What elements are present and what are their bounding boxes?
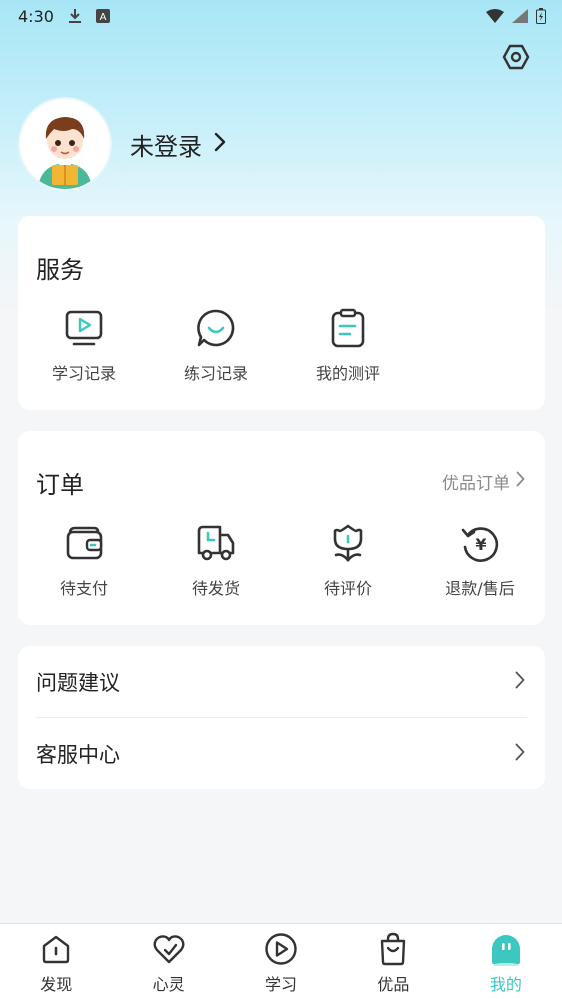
study-record-button[interactable]: 学习记录 <box>18 308 150 384</box>
chevron-right-icon <box>515 671 525 693</box>
avatar[interactable] <box>18 97 112 191</box>
pending-payment-label: 待支付 <box>59 579 108 598</box>
keyboard-a-icon: A <box>95 9 110 23</box>
nav-soul[interactable]: 心灵 <box>112 924 224 999</box>
services-card: 服务 学习记录 练习记录 我的测评 <box>18 216 545 410</box>
settings-button[interactable] <box>500 43 532 75</box>
study-record-label: 学习记录 <box>51 364 116 383</box>
pending-payment-button[interactable]: 待支付 <box>18 523 150 599</box>
tulip-icon <box>328 523 368 563</box>
feedback-label: 问题建议 <box>36 671 120 695</box>
nav-premium[interactable]: 优品 <box>337 924 449 999</box>
home-icon <box>39 932 73 966</box>
practice-record-label: 练习记录 <box>183 364 248 383</box>
chat-smile-icon <box>196 308 236 348</box>
pending-shipment-button[interactable]: 待发货 <box>150 523 282 599</box>
settings-icon <box>502 43 530 75</box>
wifi-icon <box>486 9 504 23</box>
refund-aftersale-label: 退款/售后 <box>445 579 515 598</box>
status-time: 4:30 <box>18 6 54 26</box>
chevron-right-icon <box>515 743 525 765</box>
tv-play-icon <box>64 308 104 348</box>
status-bar: 4:30 A <box>0 0 562 32</box>
refund-aftersale-button[interactable]: ¥ 退款/售后 <box>414 523 546 599</box>
orders-card: 订单 优品订单 待支付 待发货 待评价 ¥ 退款/售后 <box>18 431 545 625</box>
premium-orders-link[interactable]: 优品订单 <box>442 469 525 494</box>
play-circle-icon <box>264 932 298 966</box>
signal-icon <box>512 9 528 23</box>
refund-yen-icon: ¥ <box>460 523 500 563</box>
pending-review-label: 待评价 <box>323 579 372 598</box>
login-link[interactable]: 未登录 <box>130 127 226 162</box>
customer-service-row[interactable]: 客服中心 <box>18 718 545 790</box>
feedback-row[interactable]: 问题建议 <box>18 646 545 718</box>
profile-header: 未登录 <box>18 96 226 192</box>
svg-text:¥: ¥ <box>475 535 486 554</box>
nav-soul-label: 心灵 <box>152 975 185 994</box>
heart-icon <box>152 932 186 966</box>
truck-icon <box>196 523 236 563</box>
nav-discover-label: 发现 <box>40 975 73 994</box>
mine-face-icon <box>489 932 523 966</box>
download-icon <box>68 8 82 24</box>
avatar-illustration-icon <box>20 99 110 189</box>
profile-page: 4:30 A 未登录 服务 学习记录 练习记录 我的测评 订单 优品订单 待支付… <box>0 0 562 999</box>
my-assessment-button[interactable]: 我的测评 <box>282 308 414 384</box>
practice-record-button[interactable]: 练习记录 <box>150 308 282 384</box>
orders-title: 订单 <box>36 471 84 499</box>
shopping-bag-icon <box>376 932 410 966</box>
nav-discover[interactable]: 发现 <box>0 924 112 999</box>
battery-icon <box>536 8 546 24</box>
clipboard-icon <box>328 308 368 348</box>
bottom-nav: 发现 心灵 学习 优品 我的 <box>0 923 562 999</box>
pending-review-button[interactable]: 待评价 <box>282 523 414 599</box>
chevron-right-icon <box>516 471 525 492</box>
nav-study-label: 学习 <box>265 975 298 994</box>
login-text: 未登录 <box>130 132 202 161</box>
svg-text:A: A <box>100 12 107 23</box>
wallet-icon <box>64 523 104 563</box>
chevron-right-icon <box>214 132 226 156</box>
services-title: 服务 <box>36 256 84 284</box>
nav-mine[interactable]: 我的 <box>450 924 562 999</box>
menu-card: 问题建议 客服中心 <box>18 646 545 789</box>
nav-mine-label: 我的 <box>489 975 522 994</box>
customer-service-label: 客服中心 <box>36 743 120 767</box>
pending-shipment-label: 待发货 <box>191 579 240 598</box>
nav-study[interactable]: 学习 <box>225 924 337 999</box>
my-assessment-label: 我的测评 <box>315 364 380 383</box>
premium-orders-label: 优品订单 <box>442 474 510 494</box>
nav-premium-label: 优品 <box>377 975 410 994</box>
